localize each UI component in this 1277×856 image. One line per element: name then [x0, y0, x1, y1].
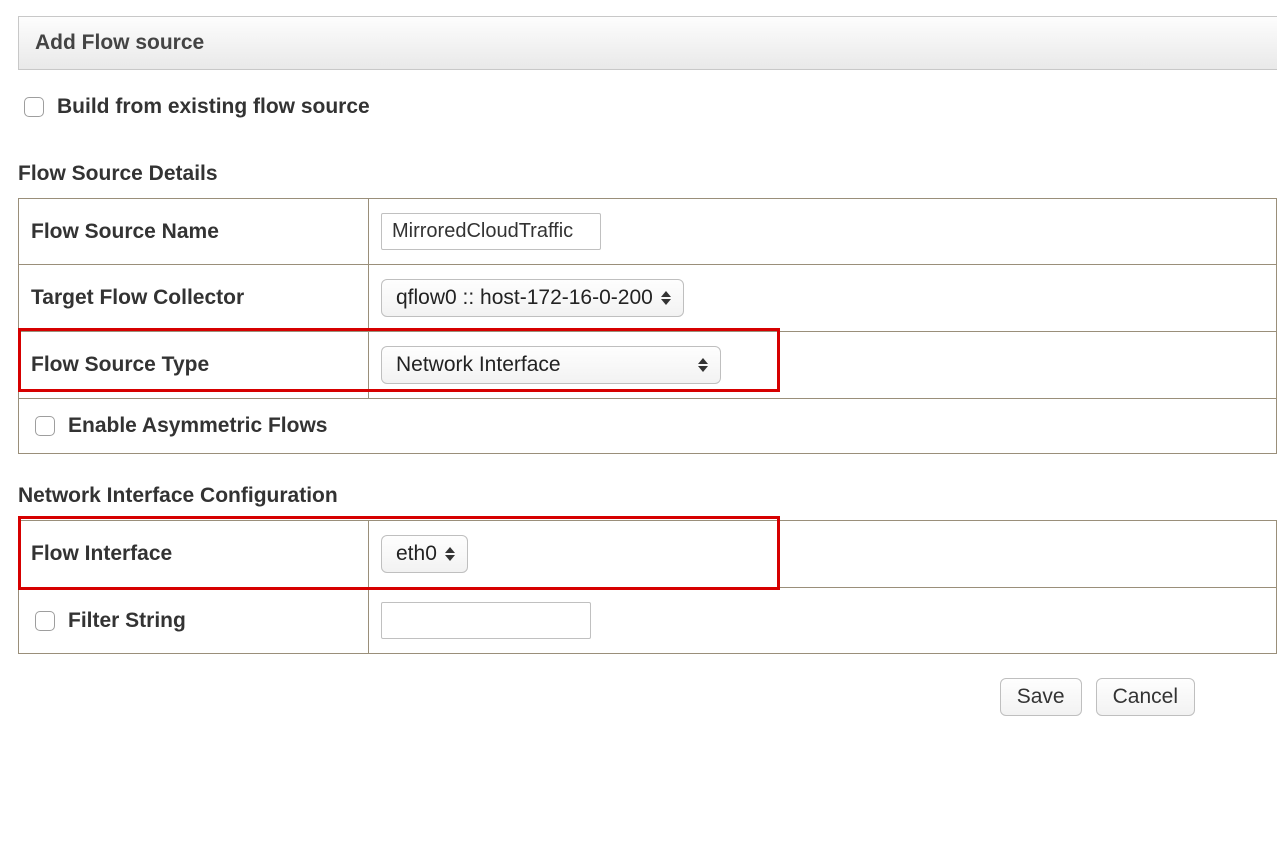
label-flow-source-type: Flow Source Type [19, 332, 369, 399]
filter-string-input[interactable] [381, 602, 591, 639]
target-flow-collector-value: qflow0 :: host-172-16-0-200 [396, 286, 653, 310]
cell-flow-interface: eth0 [369, 521, 1277, 588]
select-arrows-icon [661, 291, 671, 305]
row-flow-source-name: Flow Source Name [19, 199, 1277, 265]
panel-title: Add Flow source [35, 31, 204, 54]
flow-source-type-value: Network Interface [396, 353, 561, 377]
enable-asymmetric-label: Enable Asymmetric Flows [68, 414, 327, 438]
label-flow-interface: Flow Interface [19, 521, 369, 588]
flow-interface-select[interactable]: eth0 [381, 535, 468, 573]
flow-source-name-input[interactable] [381, 213, 601, 250]
nic-config-table: Flow Interface eth0 Filter String [18, 520, 1277, 654]
flow-interface-value: eth0 [396, 542, 437, 566]
label-flow-source-name: Flow Source Name [19, 199, 369, 265]
label-filter-string: Filter String [68, 609, 186, 633]
row-flow-source-type: Flow Source Type Network Interface [19, 332, 1277, 399]
flow-source-type-select[interactable]: Network Interface [381, 346, 721, 384]
row-flow-interface: Flow Interface eth0 [19, 521, 1277, 588]
cell-filter-string-input [369, 588, 1277, 654]
section-heading-details: Flow Source Details [18, 132, 1277, 198]
panel-header: Add Flow source [18, 16, 1277, 70]
details-table-wrapper: Flow Source Name Target Flow Collector q… [18, 198, 1277, 454]
target-flow-collector-select[interactable]: qflow0 :: host-172-16-0-200 [381, 279, 684, 317]
label-target-flow-collector: Target Flow Collector [19, 265, 369, 332]
cell-filter-string-label: Filter String [19, 588, 369, 654]
cell-flow-source-name [369, 199, 1277, 265]
filter-string-checkbox[interactable] [35, 611, 55, 631]
nic-table-wrapper: Flow Interface eth0 Filter String [18, 520, 1277, 654]
cell-flow-source-type: Network Interface [369, 332, 1277, 399]
select-arrows-icon [698, 358, 708, 372]
select-arrows-icon [445, 547, 455, 561]
row-filter-string: Filter String [19, 588, 1277, 654]
build-from-existing-checkbox[interactable] [24, 97, 44, 117]
cancel-button[interactable]: Cancel [1096, 678, 1195, 716]
row-target-flow-collector: Target Flow Collector qflow0 :: host-172… [19, 265, 1277, 332]
button-row: Save Cancel [18, 654, 1277, 716]
build-from-existing-row: Build from existing flow source [18, 70, 1277, 132]
save-button[interactable]: Save [1000, 678, 1082, 716]
flow-source-details-table: Flow Source Name Target Flow Collector q… [18, 198, 1277, 454]
cell-enable-asymmetric: Enable Asymmetric Flows [19, 399, 1277, 454]
cell-target-flow-collector: qflow0 :: host-172-16-0-200 [369, 265, 1277, 332]
row-enable-asymmetric: Enable Asymmetric Flows [19, 399, 1277, 454]
build-from-existing-label: Build from existing flow source [57, 95, 370, 119]
enable-asymmetric-checkbox[interactable] [35, 416, 55, 436]
section-heading-nic: Network Interface Configuration [18, 454, 1277, 520]
